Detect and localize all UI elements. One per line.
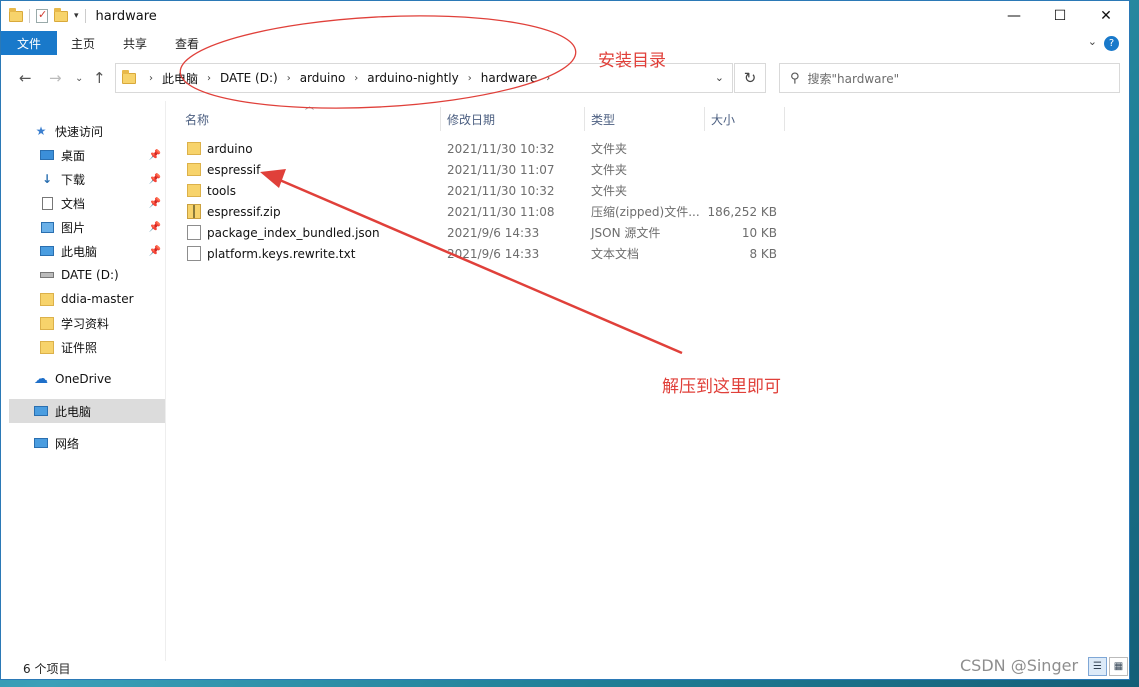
- folder-icon: [9, 7, 23, 22]
- recent-locations-icon[interactable]: ⌄: [75, 73, 83, 84]
- close-button[interactable]: ✕: [1083, 1, 1129, 31]
- tab-view[interactable]: 查看: [161, 31, 213, 55]
- annotation-extract-here: 解压到这里即可: [662, 377, 781, 397]
- sidebar-item-quick-access[interactable]: ★ 快速访问: [9, 119, 165, 143]
- maximize-button[interactable]: ☐: [1037, 1, 1083, 31]
- column-header-type[interactable]: 类型: [585, 107, 705, 131]
- forward-button[interactable]: →: [49, 69, 62, 87]
- folder-icon: [39, 316, 55, 330]
- help-icon[interactable]: ?: [1104, 36, 1119, 51]
- tab-home[interactable]: 主页: [57, 31, 109, 55]
- zip-icon: [187, 204, 201, 219]
- sidebar-item-this-pc[interactable]: 此电脑: [9, 399, 165, 423]
- star-icon: ★: [35, 124, 47, 138]
- drive-icon: [39, 268, 55, 282]
- pin-icon[interactable]: 📌: [149, 222, 161, 233]
- window-title: hardware: [95, 8, 157, 24]
- breadcrumb-drive-d[interactable]: DATE (D:) ›: [220, 71, 300, 85]
- breadcrumb-this-pc[interactable]: 此电脑 ›: [162, 70, 220, 87]
- folder-icon: [39, 292, 55, 306]
- computer-icon: [33, 404, 49, 418]
- refresh-button[interactable]: ↻: [734, 63, 766, 93]
- address-history-dropdown-icon[interactable]: ⌄: [715, 71, 724, 84]
- up-button[interactable]: ↑: [93, 69, 106, 87]
- expand-ribbon-icon[interactable]: ⌄: [1088, 35, 1097, 48]
- file-row[interactable]: platform.keys.rewrite.txt 2021/9/6 14:33…: [179, 243, 777, 264]
- minimize-button[interactable]: —: [991, 1, 1037, 31]
- customize-toolbar-icon[interactable]: ▾: [74, 11, 79, 21]
- explorer-window: ▾ hardware — ☐ ✕ 文件 主页 共享 查看 ⌄ ? ← → ⌄ ↑…: [0, 0, 1130, 680]
- sidebar-item-network[interactable]: 网络: [9, 431, 165, 455]
- title-bar: ▾ hardware — ☐ ✕: [1, 1, 1129, 31]
- folder-icon: [39, 340, 55, 354]
- folder-icon: [187, 184, 201, 197]
- sidebar-item-ddia-master[interactable]: ddia-master: [9, 287, 165, 311]
- quick-access-toolbar: ▾: [9, 7, 86, 23]
- view-toggle: ☰ ▦: [1088, 657, 1128, 676]
- pin-icon[interactable]: 📌: [149, 150, 161, 161]
- file-row[interactable]: espressif 2021/11/30 11:07 文件夹: [179, 159, 777, 180]
- download-icon: ↓: [41, 172, 53, 186]
- sidebar-item-this-pc-pinned[interactable]: 此电脑 📌: [9, 239, 165, 263]
- cloud-icon: ☁: [34, 371, 48, 387]
- watermark: CSDN @Singer: [960, 656, 1079, 675]
- sidebar-item-documents[interactable]: 文档 📌: [9, 191, 165, 215]
- file-row[interactable]: package_index_bundled.json 2021/9/6 14:3…: [179, 222, 777, 243]
- properties-icon[interactable]: [36, 8, 48, 23]
- column-headers: 名称 修改日期 类型 大小: [179, 107, 785, 131]
- network-icon: [33, 436, 49, 450]
- divider: [29, 9, 30, 23]
- column-header-date[interactable]: 修改日期: [441, 107, 585, 131]
- pin-icon[interactable]: 📌: [149, 246, 161, 257]
- breadcrumb-arduino-nightly[interactable]: arduino-nightly ›: [367, 71, 480, 85]
- column-header-name[interactable]: 名称: [179, 107, 441, 131]
- json-file-icon: [187, 225, 201, 240]
- navigation-pane: ★ 快速访问 桌面 📌 ↓ 下载 📌 文档 📌 图片 📌 此电脑 📌 DATE …: [9, 119, 165, 455]
- tab-share[interactable]: 共享: [109, 31, 161, 55]
- tab-file[interactable]: 文件: [1, 31, 58, 55]
- column-header-size[interactable]: 大小: [705, 107, 785, 131]
- text-file-icon: [187, 246, 201, 261]
- annotation-install-dir: 安装目录: [598, 51, 666, 71]
- search-icon: ⚲: [790, 70, 800, 86]
- breadcrumb-hardware[interactable]: hardware ›: [481, 71, 560, 85]
- ribbon-tabs: 文件 主页 共享 查看 ⌄ ?: [1, 31, 1129, 55]
- pin-icon[interactable]: 📌: [149, 174, 161, 185]
- large-icons-view-icon[interactable]: ▦: [1109, 657, 1128, 676]
- desktop-icon: [39, 148, 55, 162]
- back-button[interactable]: ←: [19, 69, 32, 87]
- new-folder-icon[interactable]: [54, 7, 68, 22]
- window-controls: — ☐ ✕: [991, 1, 1129, 31]
- folder-icon: [187, 142, 201, 155]
- picture-icon: [39, 220, 55, 234]
- document-icon: [39, 196, 55, 210]
- breadcrumb-arduino[interactable]: arduino ›: [300, 71, 368, 85]
- sidebar-item-id-photos[interactable]: 证件照: [9, 335, 165, 359]
- pane-divider[interactable]: [165, 101, 166, 661]
- file-row[interactable]: espressif.zip 2021/11/30 11:08 压缩(zipped…: [179, 201, 777, 222]
- details-view-icon[interactable]: ☰: [1088, 657, 1107, 676]
- sidebar-item-onedrive[interactable]: ☁ OneDrive: [9, 367, 165, 391]
- sidebar-item-downloads[interactable]: ↓ 下载 📌: [9, 167, 165, 191]
- search-placeholder: 搜索"hardware": [807, 71, 900, 86]
- sidebar-item-desktop[interactable]: 桌面 📌: [9, 143, 165, 167]
- sidebar-item-study-materials[interactable]: 学习资料: [9, 311, 165, 335]
- address-row: ← → ⌄ ↑ › 此电脑 › DATE (D:) › arduino › ardui…: [1, 61, 1129, 97]
- folder-icon: [187, 163, 201, 176]
- folder-icon: [122, 69, 136, 84]
- file-row[interactable]: tools 2021/11/30 10:32 文件夹: [179, 180, 777, 201]
- sidebar-item-drive-d[interactable]: DATE (D:): [9, 263, 165, 287]
- sidebar-item-pictures[interactable]: 图片 📌: [9, 215, 165, 239]
- pin-icon[interactable]: 📌: [149, 198, 161, 209]
- search-input[interactable]: ⚲ 搜索"hardware": [779, 63, 1120, 93]
- file-row[interactable]: arduino 2021/11/30 10:32 文件夹: [179, 138, 777, 159]
- file-list: arduino 2021/11/30 10:32 文件夹 espressif 2…: [179, 138, 777, 264]
- status-item-count: 6 个项目: [23, 662, 71, 676]
- computer-icon: [39, 244, 55, 258]
- divider: [84, 9, 86, 23]
